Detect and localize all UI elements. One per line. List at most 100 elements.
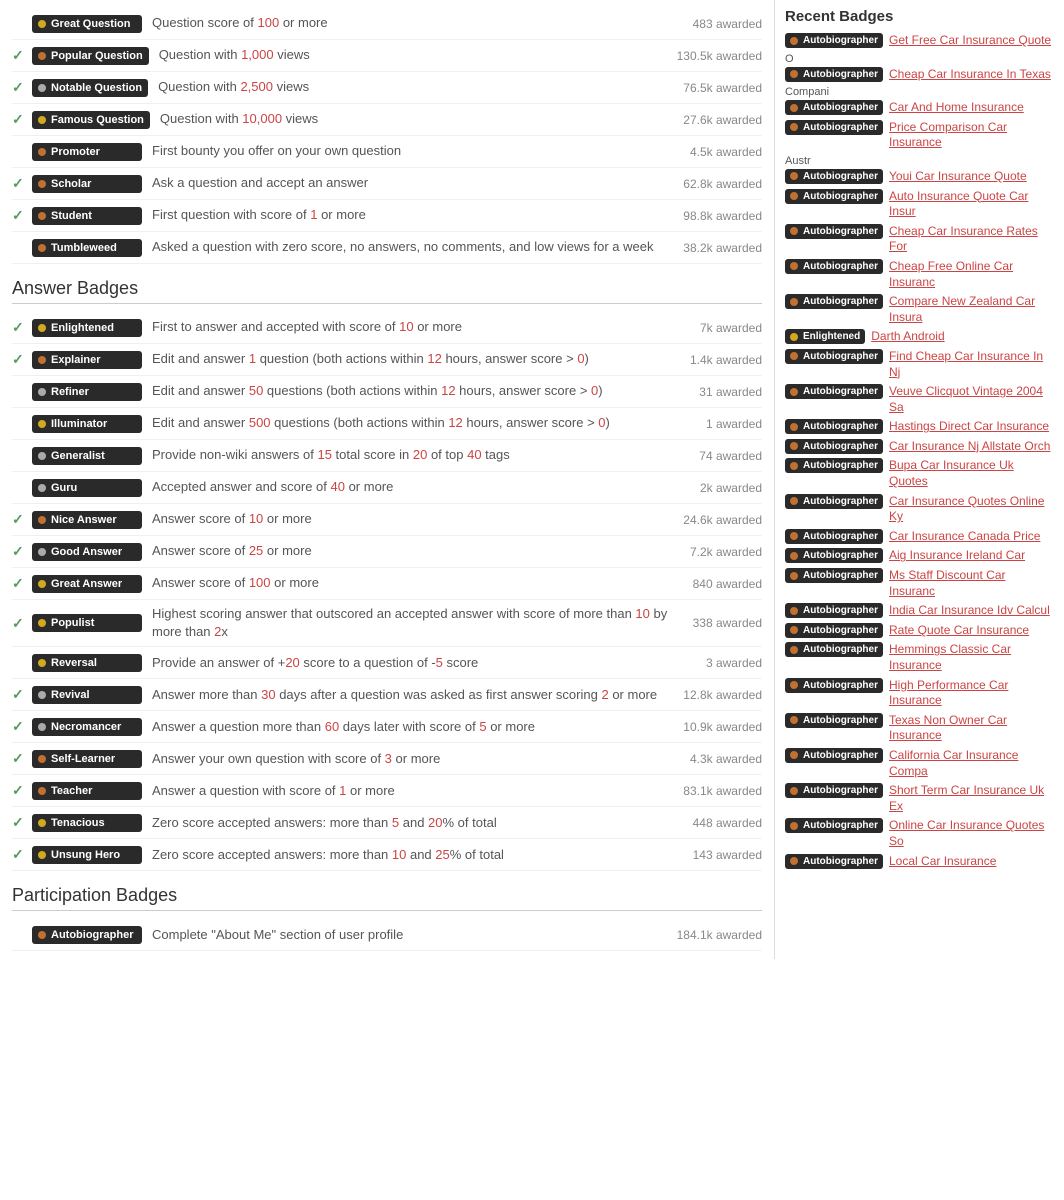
- badge-tag-great-answer[interactable]: Great Answer: [32, 575, 142, 593]
- sidebar-badge-tag-13[interactable]: Autobiographer: [785, 439, 883, 454]
- sidebar-badge-tag-4[interactable]: Autobiographer: [785, 169, 883, 184]
- sidebar-link-24[interactable]: California Car Insurance Compa: [889, 748, 1054, 779]
- badge-tag-explainer[interactable]: Explainer: [32, 351, 142, 369]
- sidebar-link-13[interactable]: Car Insurance Nj Allstate Orch: [889, 439, 1054, 455]
- badge-tag-self-learner[interactable]: Self-Learner: [32, 750, 142, 768]
- sidebar-badge-tag-5[interactable]: Autobiographer: [785, 189, 883, 204]
- sidebar-badge-tag-27[interactable]: Autobiographer: [785, 854, 883, 869]
- badge-tag-illuminator[interactable]: Illuminator: [32, 415, 142, 433]
- sidebar-link-9[interactable]: Darth Android: [871, 329, 1054, 345]
- sidebar-badge-tag-12[interactable]: Autobiographer: [785, 419, 883, 434]
- badge-tag-generalist[interactable]: Generalist: [32, 447, 142, 465]
- sidebar-link-2[interactable]: Car And Home Insurance: [889, 100, 1054, 116]
- badge-tag-autobiographer[interactable]: Autobiographer: [32, 926, 142, 944]
- sidebar-link-14[interactable]: Bupa Car Insurance Uk Quotes: [889, 458, 1054, 489]
- sidebar-badge-tag-22[interactable]: Autobiographer: [785, 678, 883, 693]
- badge-tag-tenacious[interactable]: Tenacious: [32, 814, 142, 832]
- sidebar-dot-19: [790, 607, 798, 615]
- sidebar-badge-tag-18[interactable]: Autobiographer: [785, 568, 883, 583]
- sidebar-badge-tag-2[interactable]: Autobiographer: [785, 100, 883, 115]
- badge-label-tenacious: Tenacious: [51, 817, 105, 829]
- sidebar-badge-tag-21[interactable]: Autobiographer: [785, 642, 883, 657]
- sidebar-badge-tag-3[interactable]: Autobiographer: [785, 120, 883, 135]
- badge-tag-popular-question[interactable]: Popular Question: [32, 47, 149, 65]
- sidebar-link-23[interactable]: Texas Non Owner Car Insurance: [889, 713, 1054, 744]
- badge-tag-unsung-hero[interactable]: Unsung Hero: [32, 846, 142, 864]
- sidebar-link-4[interactable]: Youi Car Insurance Quote: [889, 169, 1054, 185]
- sidebar-badge-tag-19[interactable]: Autobiographer: [785, 603, 883, 618]
- sidebar-link-15[interactable]: Car Insurance Quotes Online Ky: [889, 494, 1054, 525]
- checkmark-teacher: ✓: [12, 782, 32, 799]
- sidebar-link-16[interactable]: Car Insurance Canada Price: [889, 529, 1054, 545]
- sidebar-link-5[interactable]: Auto Insurance Quote Car Insur: [889, 189, 1054, 220]
- badge-tag-refiner[interactable]: Refiner: [32, 383, 142, 401]
- sidebar-link-1[interactable]: Cheap Car Insurance In Texas: [889, 67, 1054, 83]
- sidebar-badge-tag-26[interactable]: Autobiographer: [785, 818, 883, 833]
- bronze-dot-student: [38, 212, 46, 220]
- badge-tag-notable-question[interactable]: Notable Question: [32, 79, 148, 97]
- sidebar-badge-tag-8[interactable]: Autobiographer: [785, 294, 883, 309]
- badge-tag-scholar[interactable]: Scholar: [32, 175, 142, 193]
- badge-tag-good-answer[interactable]: Good Answer: [32, 543, 142, 561]
- sidebar-badge-tag-15[interactable]: Autobiographer: [785, 494, 883, 509]
- sidebar-link-19[interactable]: India Car Insurance Idv Calcul: [889, 603, 1054, 619]
- sidebar-badge-tag-6[interactable]: Autobiographer: [785, 224, 883, 239]
- sidebar-badge-row-24: Autobiographer California Car Insurance C…: [785, 748, 1054, 779]
- sidebar-badge-tag-0[interactable]: Autobiographer: [785, 33, 883, 48]
- badge-tag-necromancer[interactable]: Necromancer: [32, 718, 142, 736]
- badge-label-explainer: Explainer: [51, 354, 101, 366]
- badge-tag-teacher[interactable]: Teacher: [32, 782, 142, 800]
- badge-tag-promoter[interactable]: Promoter: [32, 143, 142, 161]
- badge-tag-tumbleweed[interactable]: Tumbleweed: [32, 239, 142, 257]
- sidebar-link-0[interactable]: Get Free Car Insurance Quote: [889, 33, 1054, 49]
- sidebar-link-8[interactable]: Compare New Zealand Car Insura: [889, 294, 1054, 325]
- badge-tag-famous-question[interactable]: Famous Question: [32, 111, 150, 129]
- badge-tag-reversal[interactable]: Reversal: [32, 654, 142, 672]
- badge-label-notable-question: Notable Question: [51, 82, 142, 94]
- sidebar-badge-tag-16[interactable]: Autobiographer: [785, 529, 883, 544]
- sidebar-link-17[interactable]: Aig Insurance Ireland Car: [889, 548, 1054, 564]
- sidebar-badge-tag-25[interactable]: Autobiographer: [785, 783, 883, 798]
- sidebar-link-26[interactable]: Online Car Insurance Quotes So: [889, 818, 1054, 849]
- sidebar-link-7[interactable]: Cheap Free Online Car Insuranc: [889, 259, 1054, 290]
- checkmark-popular-question: ✓: [12, 47, 32, 64]
- sidebar-badge-tag-24[interactable]: Autobiographer: [785, 748, 883, 763]
- badge-tag-enlightened[interactable]: Enlightened: [32, 319, 142, 337]
- badge-award-unsung-hero: 143 awarded: [672, 848, 762, 862]
- sidebar-badge-row-14: Autobiographer Bupa Car Insurance Uk Quot…: [785, 458, 1054, 489]
- sidebar-link-25[interactable]: Short Term Car Insurance Uk Ex: [889, 783, 1054, 814]
- badge-tag-nice-answer[interactable]: Nice Answer: [32, 511, 142, 529]
- sidebar-badge-label-5: Autobiographer: [803, 191, 878, 202]
- sidebar-badge-row-20: Autobiographer Rate Quote Car Insurance: [785, 623, 1054, 639]
- sidebar-badge-tag-23[interactable]: Autobiographer: [785, 713, 883, 728]
- sidebar-link-21[interactable]: Hemmings Classic Car Insurance: [889, 642, 1054, 673]
- sidebar-link-6[interactable]: Cheap Car Insurance Rates For: [889, 224, 1054, 255]
- sidebar-link-22[interactable]: High Performance Car Insurance: [889, 678, 1054, 709]
- badge-tag-guru[interactable]: Guru: [32, 479, 142, 497]
- sidebar-link-10[interactable]: Find Cheap Car Insurance In Nj: [889, 349, 1054, 380]
- badge-tag-populist[interactable]: Populist: [32, 614, 142, 632]
- sidebar-badge-tag-1[interactable]: Autobiographer: [785, 67, 883, 82]
- badge-label-necromancer: Necromancer: [51, 721, 121, 733]
- badge-tag-student[interactable]: Student: [32, 207, 142, 225]
- sidebar-badge-tag-11[interactable]: Autobiographer: [785, 384, 883, 399]
- sidebar-badge-tag-10[interactable]: Autobiographer: [785, 349, 883, 364]
- sidebar-badge-label-24: Autobiographer: [803, 750, 878, 761]
- badge-tag-revival[interactable]: Revival: [32, 686, 142, 704]
- sidebar-badge-tag-9[interactable]: Enlightened: [785, 329, 865, 344]
- sidebar-badge-tag-14[interactable]: Autobiographer: [785, 458, 883, 473]
- sidebar-dot-18: [790, 572, 798, 580]
- sidebar-badge-row-21: Autobiographer Hemmings Classic Car Insur…: [785, 642, 1054, 673]
- sidebar-link-12[interactable]: Hastings Direct Car Insurance: [889, 419, 1054, 435]
- badge-description-unsung-hero: Zero score accepted answers: more than 1…: [152, 846, 672, 864]
- badge-tag-great-question[interactable]: Great Question: [32, 15, 142, 33]
- sidebar-badge-tag-7[interactable]: Autobiographer: [785, 259, 883, 274]
- sidebar-link-3[interactable]: Price Comparison Car Insurance: [889, 120, 1054, 151]
- sidebar-badge-tag-20[interactable]: Autobiographer: [785, 623, 883, 638]
- sidebar-link-18[interactable]: Ms Staff Discount Car Insuranc: [889, 568, 1054, 599]
- sidebar-badge-row-27: Autobiographer Local Car Insurance: [785, 854, 1054, 870]
- sidebar-link-20[interactable]: Rate Quote Car Insurance: [889, 623, 1054, 639]
- sidebar-link-27[interactable]: Local Car Insurance: [889, 854, 1054, 870]
- sidebar-badge-tag-17[interactable]: Autobiographer: [785, 548, 883, 563]
- sidebar-link-11[interactable]: Veuve Clicquot Vintage 2004 Sa: [889, 384, 1054, 415]
